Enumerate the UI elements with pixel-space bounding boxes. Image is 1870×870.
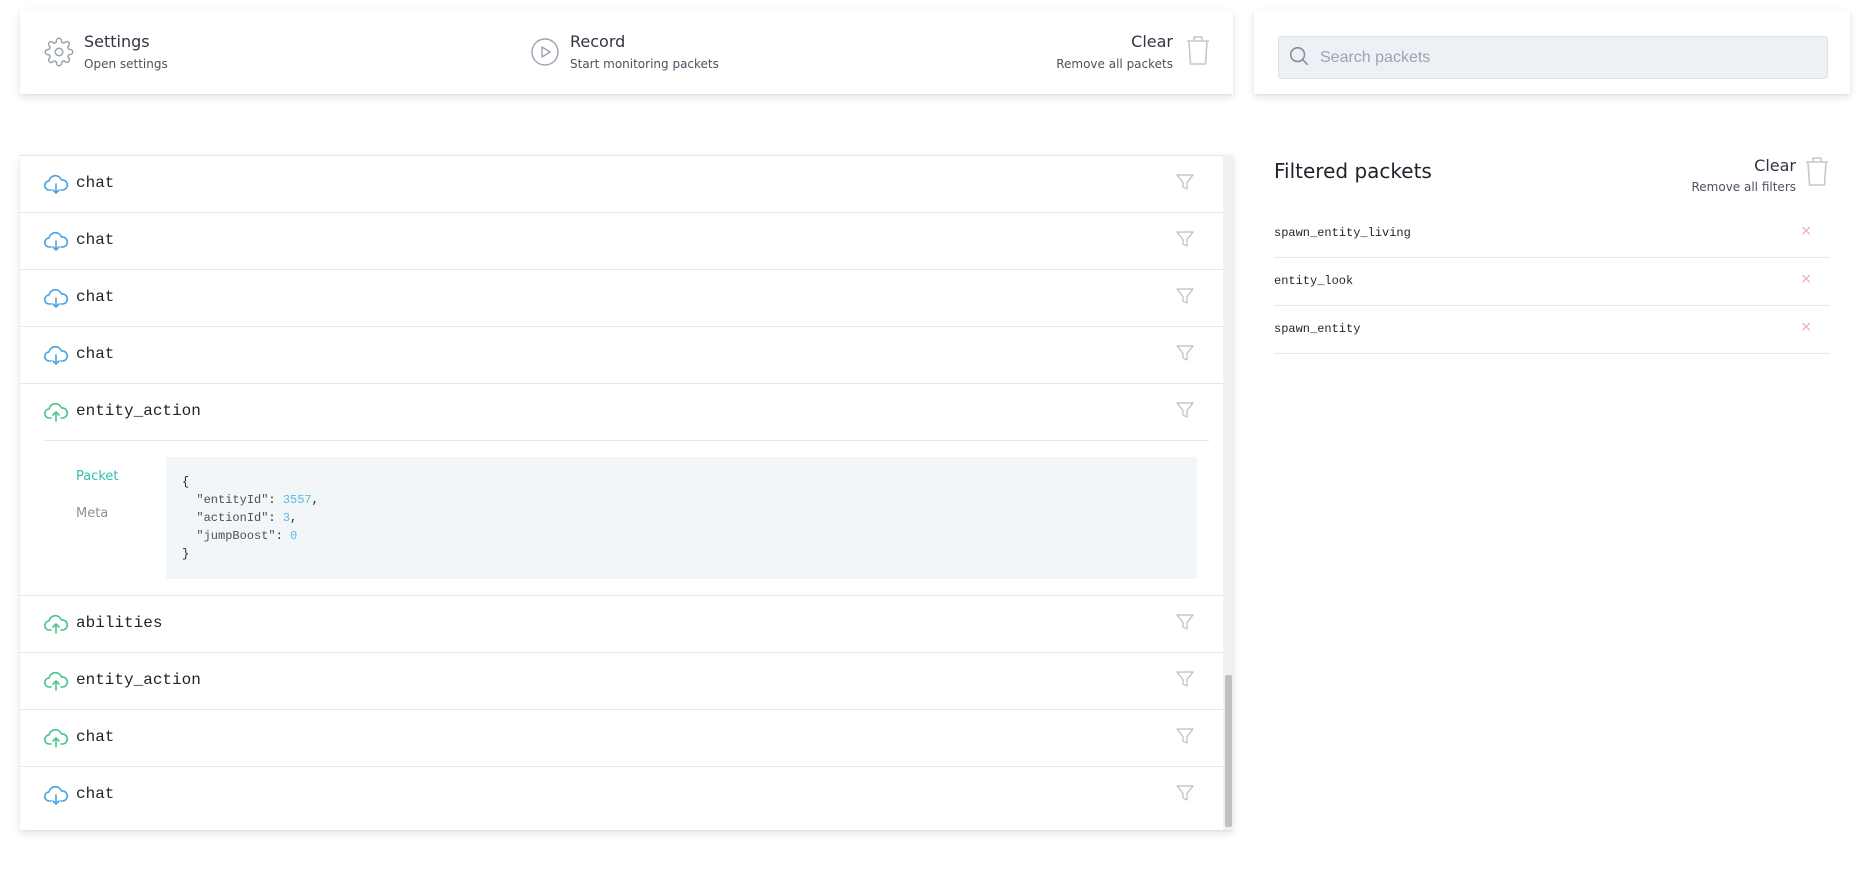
packet-name: entity_action [76,402,201,420]
packet-row[interactable]: chat [20,766,1233,823]
trash-icon [1185,34,1211,70]
settings-label: Settings [84,31,150,51]
filtered-packets-title: Filtered packets [1274,159,1432,183]
trash-icon [1804,155,1830,191]
scrollbar[interactable] [1223,155,1233,830]
clear-filters-label: Clear [1754,156,1796,175]
packet-row[interactable]: entity_action [20,383,1233,440]
cloud-download-icon [43,343,69,369]
packet-row[interactable]: entity_action [20,652,1233,709]
packet-name: chat [76,174,115,192]
filter-name: spawn_entity [1274,322,1361,336]
remove-filter-icon[interactable]: × [1800,319,1812,335]
cloud-download-icon [43,286,69,312]
clear-filters-button[interactable]: Clear Remove all filters [1691,155,1830,195]
packet-details: Packet Meta { "entityId": 3557, "actionI… [44,440,1209,595]
packet-name: chat [76,785,115,803]
cloud-upload-icon [43,400,69,426]
filter-icon[interactable] [1176,344,1194,366]
gear-icon [44,37,74,67]
tab-meta[interactable]: Meta [76,506,108,521]
record-button[interactable]: Record Start monitoring packets [530,10,719,94]
json-key: "actionId" [196,511,269,525]
filter-list: spawn_entity_living × entity_look × spawn_en… [1274,210,1830,354]
packet-row[interactable]: chat [20,709,1233,766]
filter-icon[interactable] [1176,173,1194,195]
search-icon [1279,45,1310,71]
json-value: 3 [282,511,291,525]
filter-icon[interactable] [1176,401,1194,423]
play-circle-icon [530,37,560,67]
filter-item: entity_look × [1274,258,1830,306]
tab-packet[interactable]: Packet [76,469,119,484]
packet-row[interactable]: abilities [20,595,1233,652]
filter-icon[interactable] [1176,613,1194,635]
settings-sublabel: Open settings [84,56,168,71]
filter-name: entity_look [1274,274,1354,288]
json-key: "entityId" [196,493,269,507]
record-label: Record [570,31,626,51]
remove-filter-icon[interactable]: × [1800,223,1812,239]
clear-filters-sublabel: Remove all filters [1691,180,1796,194]
packet-json: { "entityId": 3557, "actionId": 3, "jump… [166,457,1197,579]
clear-packets-button[interactable]: Clear Remove all packets [1056,10,1211,94]
packet-row[interactable]: chat [20,269,1233,326]
toolbar: Settings Open settings Record Start moni… [20,10,1233,94]
packet-row[interactable]: chat [20,326,1233,383]
filter-name: spawn_entity_living [1274,226,1411,240]
json-value: 0 [290,529,298,543]
settings-button[interactable]: Settings Open settings [44,10,168,94]
cloud-download-icon [43,172,69,198]
scrollbar-thumb[interactable] [1225,675,1232,827]
cloud-upload-icon [43,669,69,695]
cloud-download-icon [43,229,69,255]
packet-name: chat [76,231,115,249]
filter-icon[interactable] [1176,727,1194,749]
search-panel [1254,10,1850,94]
remove-filter-icon[interactable]: × [1800,271,1812,287]
cloud-upload-icon [43,612,69,638]
filter-icon[interactable] [1176,287,1194,309]
filter-icon[interactable] [1176,784,1194,806]
filter-item: spawn_entity_living × [1274,210,1830,258]
packet-row[interactable]: chat [20,212,1233,269]
filter-icon[interactable] [1176,670,1194,692]
filter-icon[interactable] [1176,230,1194,252]
packet-name: entity_action [76,671,201,689]
cloud-upload-icon [43,726,69,752]
packet-name: chat [76,345,115,363]
json-key: "jumpBoost" [196,529,276,543]
cloud-download-icon [43,783,69,809]
clear-label: Clear [1131,31,1173,51]
search-input[interactable] [1320,48,1800,67]
packet-name: chat [76,728,115,746]
clear-sublabel: Remove all packets [1056,56,1173,71]
search-box[interactable] [1278,36,1828,79]
packet-name: chat [76,288,115,306]
packet-list: chat chat chat chat entity_action Packet Met… [20,155,1233,830]
record-sublabel: Start monitoring packets [570,56,719,71]
packet-name: abilities [76,614,163,632]
json-value: 3557 [282,493,312,507]
filter-item: spawn_entity × [1274,306,1830,354]
packet-row[interactable]: chat [20,155,1233,212]
